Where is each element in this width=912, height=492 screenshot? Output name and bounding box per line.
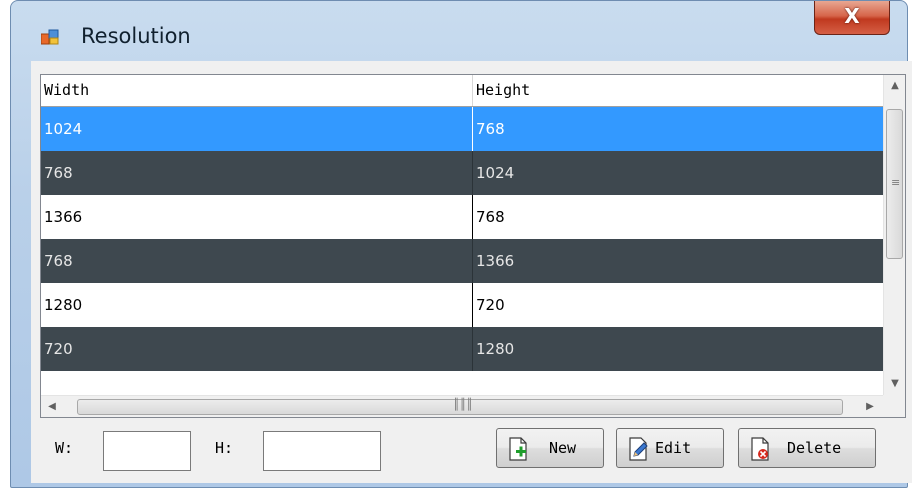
resolution-window: Resolution X Width Height 1024 768 768 1… — [10, 0, 912, 488]
table-row[interactable]: 1280 720 — [41, 283, 883, 327]
horizontal-scrollbar[interactable]: ◀ ║║║ ▶ — [41, 395, 883, 417]
horizontal-scroll-thumb[interactable]: ║║║ — [77, 398, 843, 415]
height-label: H: — [215, 439, 234, 457]
scroll-down-button[interactable]: ▼ — [884, 373, 905, 395]
window-icon — [41, 29, 59, 45]
client-area: Width Height 1024 768 768 1024 1366 768 … — [31, 61, 912, 483]
new-button[interactable]: New — [496, 428, 604, 468]
cell-height[interactable]: 768 — [472, 107, 883, 151]
grid-header: Width Height — [41, 75, 883, 107]
scroll-up-button[interactable]: ▲ — [884, 75, 905, 97]
cell-height[interactable]: 768 — [472, 195, 883, 239]
title-bar[interactable]: Resolution X — [11, 1, 907, 63]
cell-width[interactable]: 720 — [41, 327, 472, 371]
cell-width[interactable]: 1024 — [41, 107, 472, 151]
close-icon: X — [844, 4, 860, 28]
up-arrow-icon: ▲ — [891, 80, 899, 91]
vertical-scroll-thumb[interactable]: ≡ — [886, 109, 903, 259]
scrollbar-corner — [883, 395, 905, 417]
table-row[interactable]: 1024 768 — [41, 107, 883, 151]
column-header-height[interactable]: Height — [473, 75, 883, 106]
cell-height[interactable]: 1280 — [472, 327, 883, 371]
cell-height[interactable]: 1366 — [472, 239, 883, 283]
new-document-icon — [509, 437, 527, 461]
new-button-label: New — [549, 439, 577, 457]
table-row[interactable]: 720 1280 — [41, 327, 883, 371]
cell-height[interactable]: 1024 — [472, 151, 883, 195]
delete-button-label: Delete — [787, 439, 842, 457]
cell-width[interactable]: 1280 — [41, 283, 472, 327]
table-row[interactable]: 1366 768 — [41, 195, 883, 239]
vertical-scrollbar[interactable]: ▲ ≡ ▼ — [883, 75, 905, 395]
window-title: Resolution — [81, 24, 191, 48]
edit-button-label: Edit — [655, 439, 692, 457]
grip-icon: ║║║ — [453, 398, 473, 411]
table-row[interactable]: 768 1024 — [41, 151, 883, 195]
edit-button[interactable]: Edit — [616, 428, 724, 468]
delete-document-icon — [751, 437, 769, 461]
scroll-left-button[interactable]: ◀ — [41, 396, 63, 417]
scroll-right-button[interactable]: ▶ — [859, 396, 881, 417]
resolution-grid: Width Height 1024 768 768 1024 1366 768 … — [40, 74, 906, 418]
edit-pencil-icon — [629, 437, 648, 461]
grid-rows: 1024 768 768 1024 1366 768 768 1366 1280 — [41, 107, 883, 371]
left-arrow-icon: ◀ — [48, 401, 56, 412]
cell-width[interactable]: 768 — [41, 239, 472, 283]
column-header-width[interactable]: Width — [41, 75, 473, 106]
down-arrow-icon: ▼ — [891, 378, 899, 389]
cell-width[interactable]: 1366 — [41, 195, 472, 239]
table-row[interactable]: 768 1366 — [41, 239, 883, 283]
height-input[interactable] — [263, 431, 381, 471]
width-label: W: — [55, 439, 74, 457]
cell-height[interactable]: 720 — [472, 283, 883, 327]
grip-icon: ≡ — [891, 176, 901, 189]
delete-button[interactable]: Delete — [738, 428, 876, 468]
close-button[interactable]: X — [814, 1, 890, 35]
width-input[interactable] — [103, 431, 191, 471]
cell-width[interactable]: 768 — [41, 151, 472, 195]
right-arrow-icon: ▶ — [866, 401, 874, 412]
